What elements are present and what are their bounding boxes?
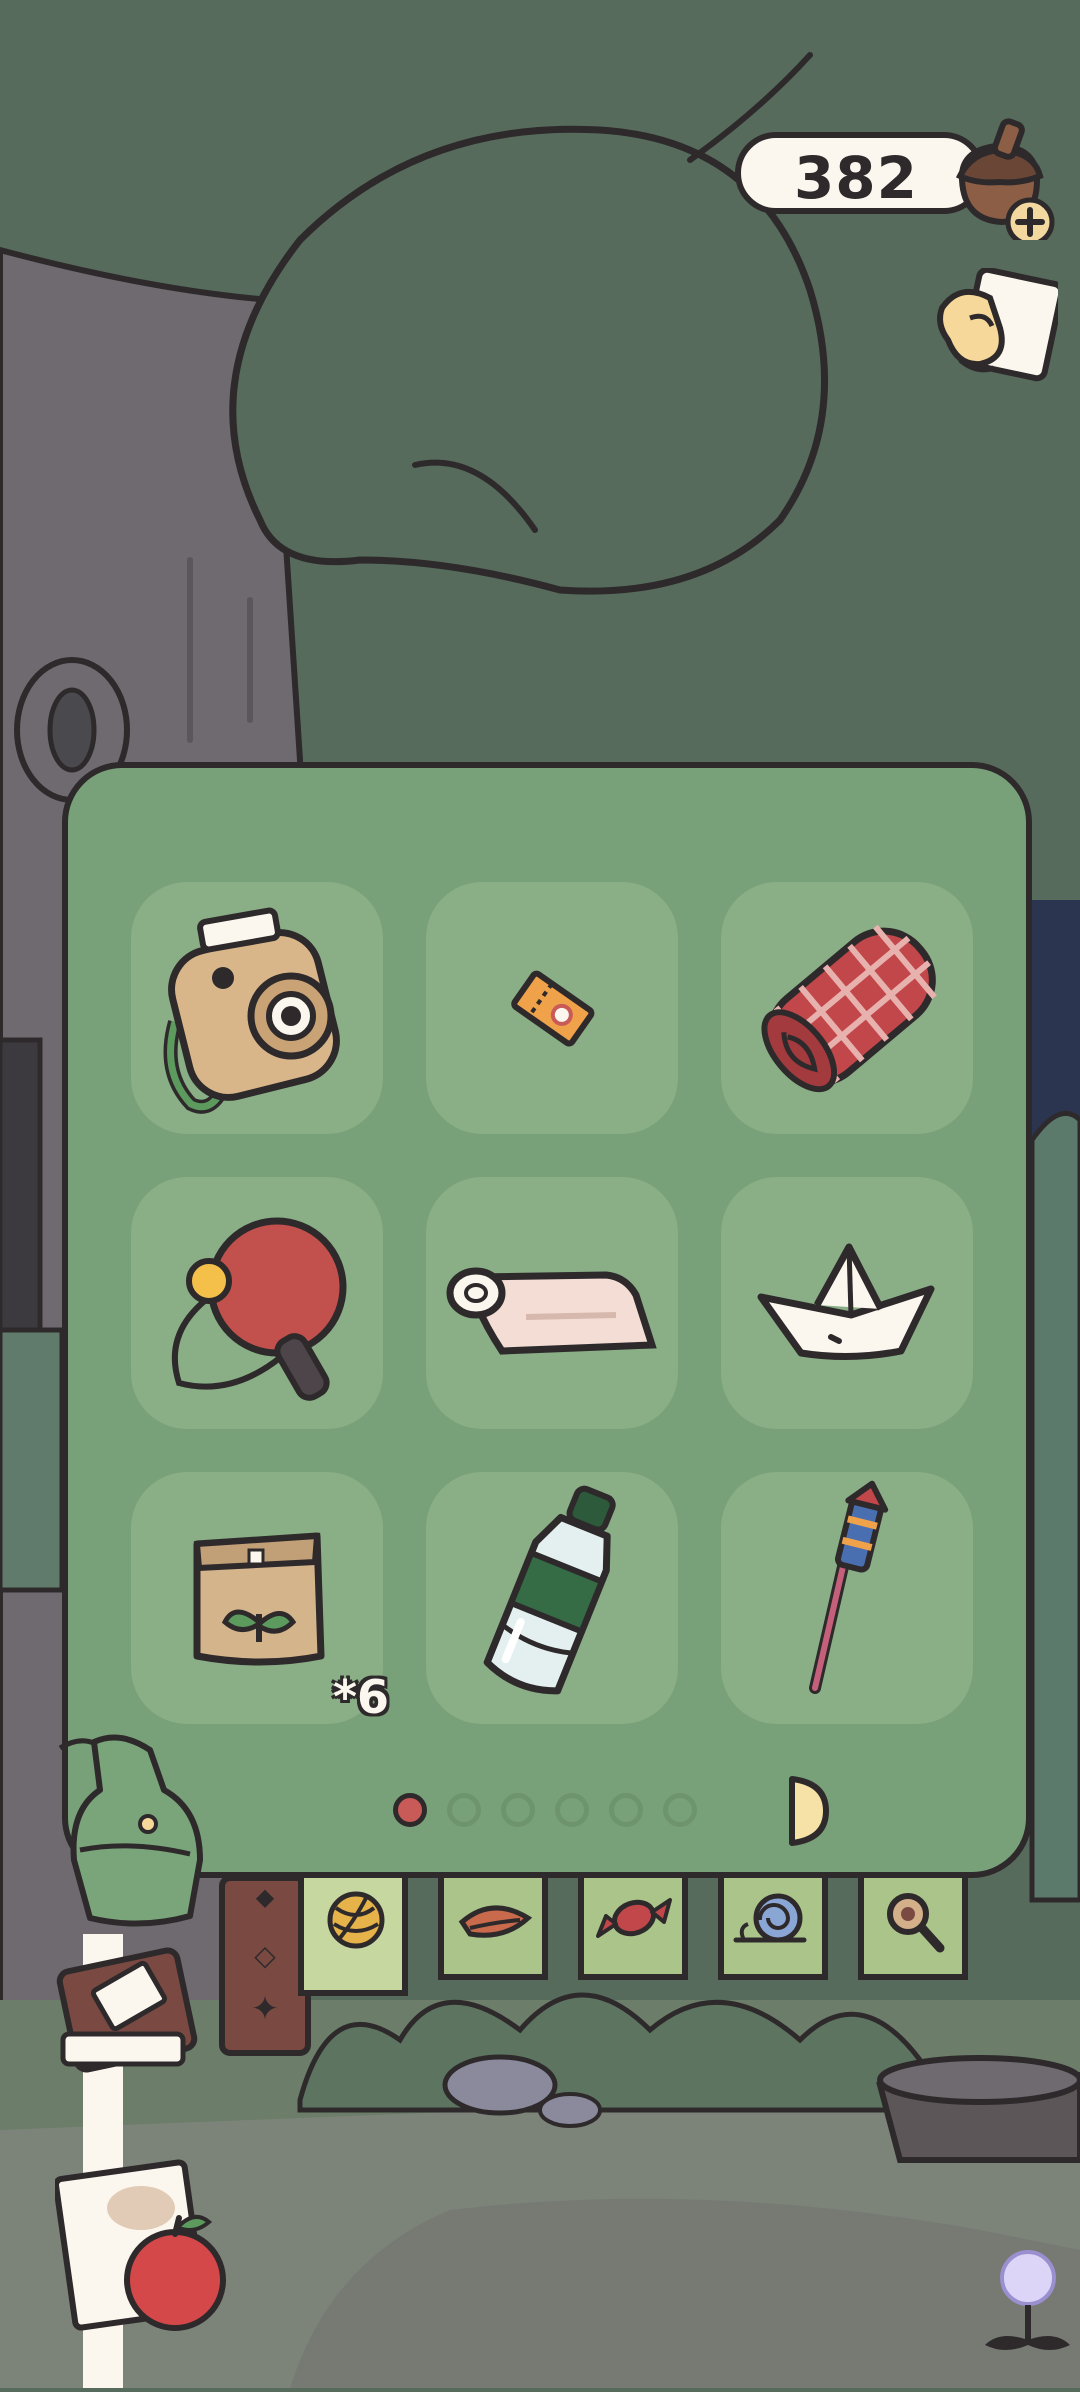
- tab-snail[interactable]: [718, 1878, 828, 1980]
- journal-icon[interactable]: [55, 1930, 205, 2130]
- firework-rocket-icon: [809, 1480, 889, 1694]
- arrow-right-icon[interactable]: [786, 1773, 832, 1849]
- rolled-mat-icon: [446, 1267, 657, 1355]
- inventory-panel: *6: [62, 762, 1032, 1878]
- item-slot-rolled-plaid-blanket[interactable]: [721, 882, 973, 1134]
- snail-icon: [733, 1893, 807, 1943]
- item-slot-paper-boat[interactable]: [721, 1177, 973, 1429]
- tab-yarn[interactable]: [298, 1878, 408, 1996]
- item-slot-ticket[interactable]: [426, 882, 678, 1134]
- leaf-food-icon: [458, 1905, 533, 1938]
- item-slot-seed-bag[interactable]: *6: [131, 1472, 389, 1724]
- acorn-plus-icon[interactable]: [942, 110, 1062, 247]
- instant-camera-icon: [163, 907, 340, 1114]
- item-quantity: *6: [333, 1670, 390, 1724]
- svg-text:✦: ✦: [251, 1989, 280, 2029]
- acorn-amount: 382: [793, 144, 919, 212]
- ticket-icon: [511, 970, 595, 1047]
- magnifier-icon: [887, 1893, 945, 1953]
- tab-leaf-food[interactable]: [438, 1878, 548, 1980]
- page-indicator: [393, 1781, 833, 1841]
- page-dot-2[interactable]: [447, 1793, 481, 1827]
- yarn-ball-icon: [327, 1891, 385, 1949]
- item-slot-water-bottle[interactable]: [426, 1472, 678, 1724]
- water-bottle-icon: [483, 1485, 616, 1695]
- plaid-blanket-icon: [761, 924, 937, 1093]
- page-dot-5[interactable]: [609, 1793, 643, 1827]
- page-dot-4[interactable]: [555, 1793, 589, 1827]
- item-slot-instant-camera[interactable]: [131, 882, 383, 1134]
- ping-pong-paddle-icon: [171, 1217, 347, 1401]
- item-slot-firework-rocket[interactable]: [721, 1472, 973, 1724]
- page-dot-3[interactable]: [501, 1793, 535, 1827]
- notes-and-apple-icon[interactable]: [52, 2130, 235, 2388]
- item-slot-rolled-mat[interactable]: [426, 1177, 678, 1429]
- page-dot-1[interactable]: [393, 1793, 427, 1827]
- item-slot-ping-pong-paddle[interactable]: [131, 1177, 383, 1429]
- letter-hand-icon[interactable]: [930, 266, 1065, 388]
- svg-text:◆: ◆: [256, 1883, 275, 1911]
- tab-candy[interactable]: [578, 1878, 688, 1980]
- tab-magnifier[interactable]: [858, 1878, 968, 1980]
- svg-text:◇: ◇: [254, 1939, 276, 1972]
- paper-boat-icon: [757, 1243, 935, 1361]
- candy-icon: [596, 1898, 672, 1938]
- page-dot-6[interactable]: [663, 1793, 697, 1827]
- backpack-icon[interactable]: [40, 1730, 220, 1930]
